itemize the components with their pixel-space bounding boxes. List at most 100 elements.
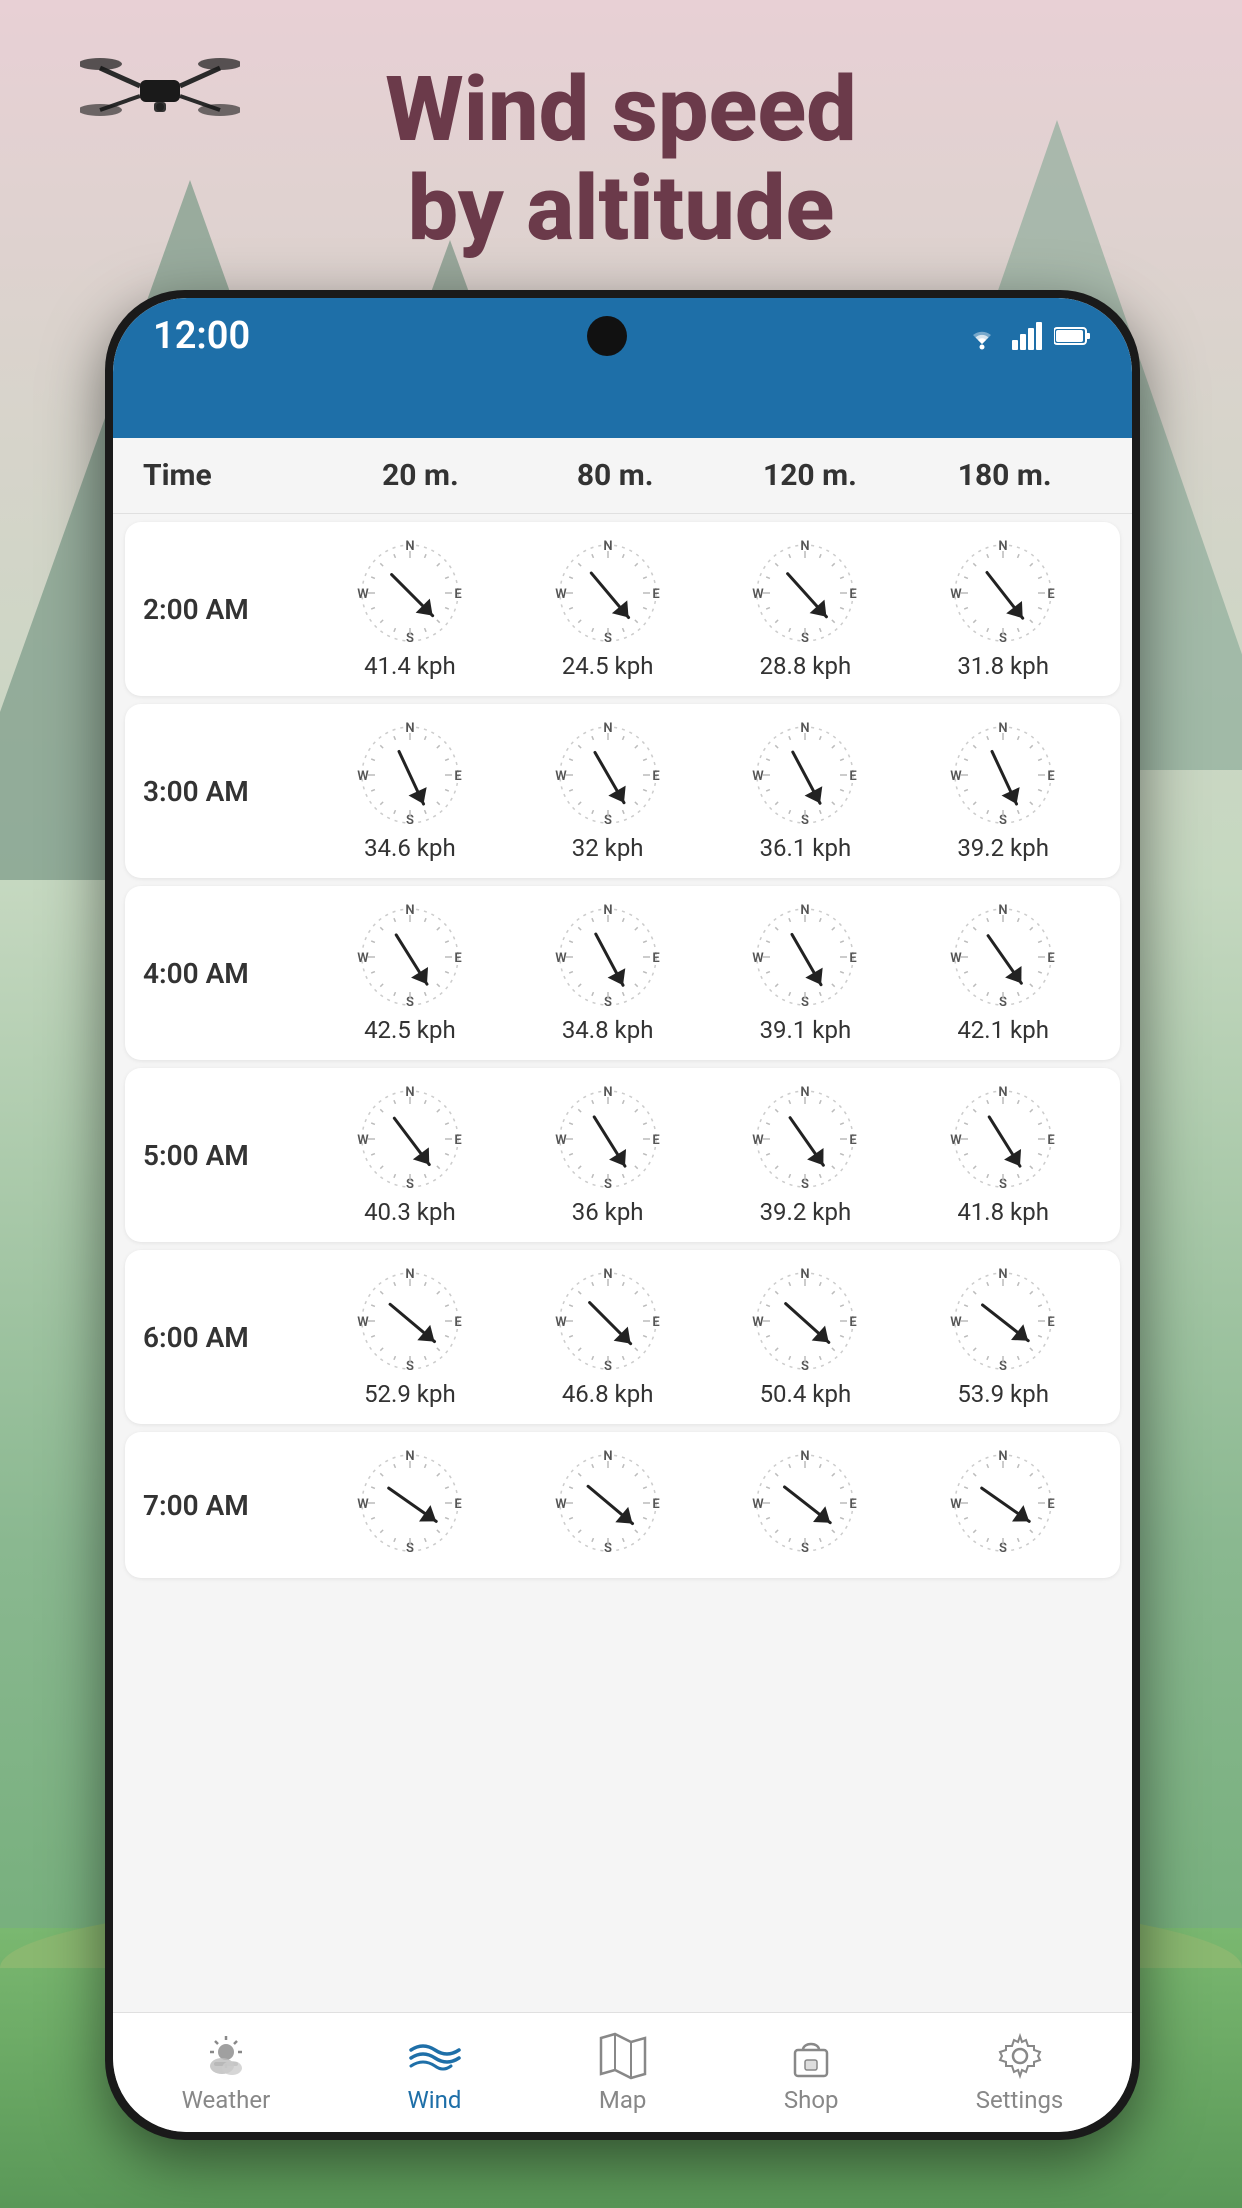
compass-1: N S W E [553,720,663,830]
table-row: 7:00 AM N S W E N S W E [125,1432,1120,1578]
svg-text:W: W [555,1497,567,1512]
svg-text:E: E [850,1133,858,1148]
title-line2: by altitude [0,159,1242,258]
wind-speed-2: 50.4 kph [760,1380,852,1408]
svg-text:W: W [357,587,369,602]
table-header: Time 20 m. 80 m. 120 m. 180 m. [113,438,1132,514]
wind-cell: N S W E 46.8 kph [509,1266,707,1408]
col-80-header: 80 m. [518,458,713,493]
status-icons [964,322,1092,350]
wind-cell: N S W E [707,1448,905,1562]
wind-cell: N S W E 39.2 kph [707,1084,905,1226]
svg-text:E: E [1047,587,1055,602]
svg-text:E: E [850,1315,858,1330]
wind-speed-0: 40.3 kph [364,1198,456,1226]
bottom-nav: Weather Wind Map [113,2012,1132,2132]
svg-text:W: W [357,1133,369,1148]
compass-2: N S W E [750,538,860,648]
weather-icon [202,2032,250,2080]
wind-cell: N S W E 53.9 kph [904,1266,1102,1408]
wind-speed-2: 28.8 kph [760,652,852,680]
wind-speed-2: 39.1 kph [760,1016,852,1044]
wind-cell: N S W E 34.8 kph [509,902,707,1044]
wind-cell: N S W E 41.4 kph [311,538,509,680]
time-label: 3:00 AM [143,775,311,808]
settings-icon [996,2032,1044,2080]
compass-0: N S W E [355,538,465,648]
compass-0: N S W E [355,1084,465,1194]
wind-cell: N S W E 24.5 kph [509,538,707,680]
compass-3: N S W E [948,1266,1058,1376]
compass-2: N S W E [750,902,860,1012]
status-bar: 12:00 [113,298,1132,373]
svg-text:E: E [652,1315,660,1330]
wind-speed-1: 46.8 kph [562,1380,654,1408]
col-120-header: 120 m. [713,458,908,493]
table-row: 5:00 AM N S W E 40.3 kph N S W E [125,1068,1120,1242]
svg-text:E: E [652,1497,660,1512]
svg-text:E: E [454,587,462,602]
nav-item-map[interactable]: Map [599,2032,647,2114]
svg-text:E: E [454,1133,462,1148]
svg-text:W: W [555,587,567,602]
svg-text:W: W [753,587,765,602]
wind-cell: N S W E 36.1 kph [707,720,905,862]
wifi-icon [964,322,1000,350]
nav-item-wind[interactable]: Wind [407,2032,461,2114]
signal-icon [1012,322,1042,350]
compass-2: N S W E [750,1084,860,1194]
wind-speed-0: 41.4 kph [364,652,456,680]
svg-text:W: W [753,1133,765,1148]
wind-speed-0: 42.5 kph [364,1016,456,1044]
svg-text:E: E [1047,951,1055,966]
compass-0: N S W E [355,1266,465,1376]
wind-cell: N S W E 36 kph [509,1084,707,1226]
svg-text:W: W [753,951,765,966]
wind-speed-3: 42.1 kph [957,1016,1049,1044]
table-row: 6:00 AM N S W E 52.9 kph N S W E [125,1250,1120,1424]
svg-text:E: E [652,587,660,602]
wind-speed-2: 39.2 kph [760,1198,852,1226]
svg-text:W: W [950,1497,962,1512]
table-row: 3:00 AM N S W E 34.6 kph N S W E [125,704,1120,878]
time-label: 7:00 AM [143,1489,311,1522]
svg-text:E: E [652,769,660,784]
nav-item-weather[interactable]: Weather [182,2032,271,2114]
nav-item-settings[interactable]: Settings [976,2032,1064,2114]
svg-text:E: E [652,951,660,966]
col-20-header: 20 m. [323,458,518,493]
svg-text:E: E [454,1497,462,1512]
svg-text:W: W [555,1133,567,1148]
wind-cell: N S W E 28.8 kph [707,538,905,680]
svg-text:E: E [1047,769,1055,784]
compass-2: N S W E [750,1266,860,1376]
nav-item-shop[interactable]: Shop [784,2032,839,2114]
compass-3: N S W E [948,1084,1058,1194]
time-label: 5:00 AM [143,1139,311,1172]
svg-text:W: W [357,769,369,784]
map-icon [599,2032,647,2080]
svg-text:W: W [950,769,962,784]
drone-icon [80,40,240,170]
wind-cell: N S W E 31.8 kph [904,538,1102,680]
wind-cell: N S W E 50.4 kph [707,1266,905,1408]
nav-label-wind: Wind [407,2086,461,2114]
compass-0: N S W E [355,1448,465,1558]
nav-label-map: Map [599,2086,646,2114]
svg-text:E: E [850,1497,858,1512]
wind-cell: N S W E 40.3 kph [311,1084,509,1226]
svg-text:E: E [1047,1497,1055,1512]
svg-text:E: E [652,1133,660,1148]
compass-0: N S W E [355,902,465,1012]
shop-icon [787,2032,835,2080]
app-header [113,373,1132,438]
wind-speed-3: 53.9 kph [957,1380,1049,1408]
table-content: 2:00 AM N S W E 41.4 kph N S W E [113,514,1132,2008]
svg-text:E: E [454,1315,462,1330]
wind-speed-3: 31.8 kph [957,652,1049,680]
svg-text:W: W [555,1315,567,1330]
svg-text:W: W [950,1315,962,1330]
time-label: 4:00 AM [143,957,311,990]
wind-cell: N S W E 34.6 kph [311,720,509,862]
svg-text:E: E [1047,1133,1055,1148]
